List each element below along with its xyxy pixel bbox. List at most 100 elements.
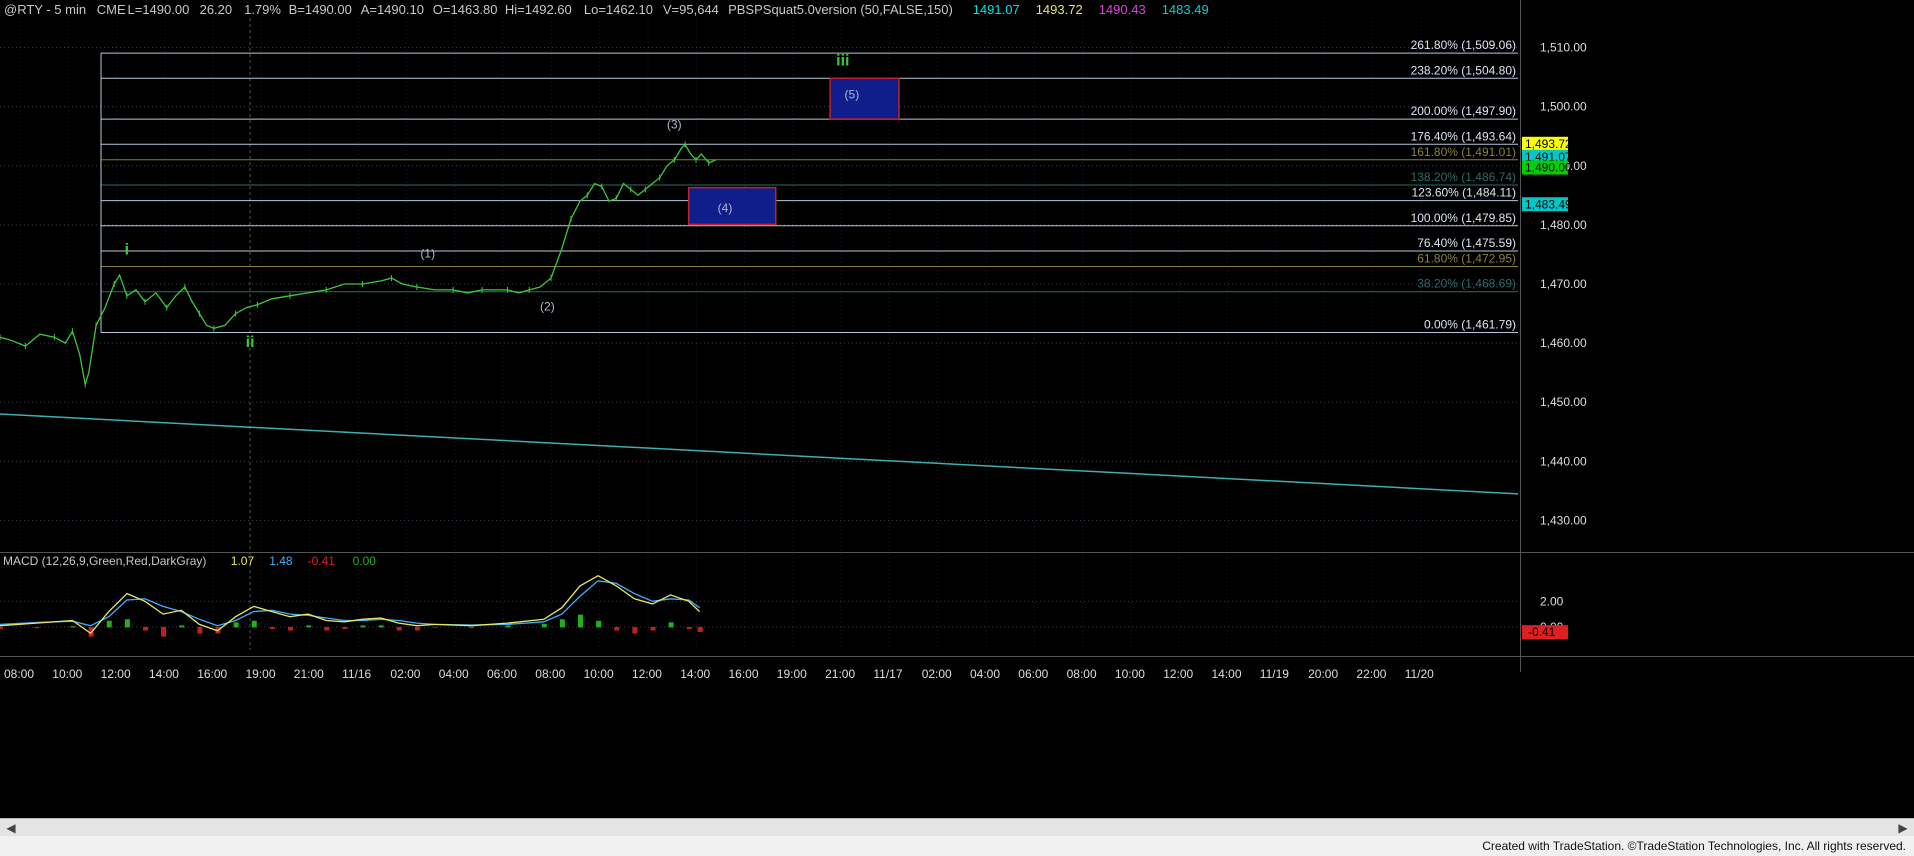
fib-level-label: 161.80% (1,491.01) xyxy=(1411,145,1516,159)
footer: Created with TradeStation. ©TradeStation… xyxy=(0,836,1914,856)
macd-value: 1.07 xyxy=(231,554,255,568)
time-axis-tick-label: 21:00 xyxy=(294,667,324,681)
macd-signal-line xyxy=(0,580,700,627)
macd-histogram-bar xyxy=(578,614,583,628)
time-axis-tick-label: 06:00 xyxy=(1018,667,1048,681)
horizontal-scrollbar[interactable]: ◀ ▶ xyxy=(0,818,1914,837)
header-field: A=1490.10 xyxy=(361,2,424,17)
trendline xyxy=(0,413,1519,495)
fib-level-label: 200.00% (1,497.90) xyxy=(1411,104,1516,118)
macd-title: MACD (12,26,9,Green,Red,DarkGray) xyxy=(3,554,206,568)
macd-histogram-bar xyxy=(288,626,293,631)
macd-histogram-bar xyxy=(469,626,475,629)
time-axis-tick-label: 10:00 xyxy=(52,667,82,681)
time-axis-tick-label: 22:00 xyxy=(1356,667,1386,681)
macd-histogram-bar xyxy=(143,626,148,631)
wave-label: (3) xyxy=(667,118,682,132)
macd-histogram-bar xyxy=(342,626,348,629)
fib-level-label: 0.00% (1,461.79) xyxy=(1424,318,1516,332)
macd-histogram-bar xyxy=(414,626,420,631)
wave-label: ii xyxy=(246,334,255,351)
price-series-line xyxy=(0,143,717,385)
price-axis-tick-label: 1,470.00 xyxy=(1540,277,1587,291)
header-field: L=1490.00 xyxy=(128,2,190,17)
wave-label: iii xyxy=(836,52,849,69)
macd-histogram-bar xyxy=(632,626,638,634)
time-axis-tick-label: 11/17 xyxy=(873,667,902,681)
fib-level-label: 261.80% (1,509.06) xyxy=(1411,38,1516,52)
wave-label: (1) xyxy=(420,246,435,260)
header-field: 1.79% xyxy=(244,2,281,17)
macd-histogram-bar xyxy=(179,625,185,628)
macd-histogram-bar xyxy=(378,625,384,628)
price-axis-tick-label: 1,500.00 xyxy=(1540,100,1587,114)
price-axis-tick-label: 1,460.00 xyxy=(1540,336,1587,350)
header-field: Hi=1492.60 xyxy=(505,2,572,17)
time-axis-tick-label: 11/16 xyxy=(342,667,371,681)
time-axis-tick-label: 19:00 xyxy=(246,667,276,681)
price-axis-tick-label: 1,450.00 xyxy=(1540,395,1587,409)
time-axis-tick-label: 19:00 xyxy=(777,667,807,681)
time-axis-tick-label: 08:00 xyxy=(535,667,565,681)
header-study-value: 1490.43 xyxy=(1099,2,1146,17)
time-axis-tick-label: 16:00 xyxy=(197,667,227,681)
macd-histogram-bar xyxy=(697,626,703,633)
time-axis-tick-label: 11/20 xyxy=(1405,667,1434,681)
macd-histogram-bar xyxy=(541,623,547,628)
panel-divider xyxy=(0,552,1914,553)
header-field: PBSPSquat5.0version (50,FALSE,150) xyxy=(728,2,953,17)
wave-label: (4) xyxy=(718,201,733,215)
macd-histogram-bar xyxy=(614,626,620,631)
price-axis-divider xyxy=(1520,0,1521,672)
price-tag-label: 1,483.49 xyxy=(1525,197,1572,211)
time-axis-tick-label: 12:00 xyxy=(632,667,662,681)
time-axis-tick-label: 20:00 xyxy=(1308,667,1338,681)
chart-canvas[interactable]: @RTY - 5 min CME L=1490.00 26.20 1.79% B=1490… xyxy=(0,0,1914,818)
time-axis-tick-label: 04:00 xyxy=(439,667,469,681)
macd-histogram-bar xyxy=(0,626,3,629)
macd-histogram-bar xyxy=(559,619,565,628)
header-field: Lo=1462.10 xyxy=(584,2,653,17)
price-axis-tick-label: 1,480.00 xyxy=(1540,218,1587,232)
macd-histogram-bar xyxy=(505,625,511,628)
macd-histogram-bar xyxy=(650,626,656,631)
fib-level-label: 76.40% (1,475.59) xyxy=(1417,236,1516,250)
scroll-left-arrow-icon[interactable]: ◀ xyxy=(4,821,18,835)
chart-window: @RTY - 5 min CME L=1490.00 26.20 1.79% B=1490… xyxy=(0,0,1914,856)
wave-target-box xyxy=(829,77,900,120)
fib-level-label: 138.20% (1,486.74) xyxy=(1411,170,1516,184)
footer-credit: Created with TradeStation. ©TradeStation… xyxy=(1482,839,1906,853)
time-axis-tick-label: 06:00 xyxy=(487,667,517,681)
price-axis-tick-label: 1,430.00 xyxy=(1540,513,1587,527)
macd-histogram-bar xyxy=(233,622,239,628)
fib-level-label: 38.20% (1,468.69) xyxy=(1417,277,1516,291)
macd-histogram-bar xyxy=(251,620,257,628)
price-tag-label: 1,490.00 xyxy=(1525,161,1572,175)
header-study-value: 1491.07 xyxy=(973,2,1020,17)
time-axis-tick-label: 14:00 xyxy=(1212,667,1242,681)
macd-histogram-bar xyxy=(686,626,692,629)
macd-axis-tick-label: 2.00 xyxy=(1540,594,1564,608)
time-axis-tick-label: 10:00 xyxy=(1115,667,1145,681)
fib-level-label: 61.80% (1,472.95) xyxy=(1417,252,1516,266)
scroll-right-arrow-icon[interactable]: ▶ xyxy=(1896,821,1910,835)
time-axis-tick-label: 14:00 xyxy=(680,667,710,681)
macd-value: 0.00 xyxy=(353,554,377,568)
fib-level-label: 123.60% (1,484.11) xyxy=(1411,186,1516,200)
header-study-value: 1493.72 xyxy=(1036,2,1083,17)
fib-level-label: 176.40% (1,493.64) xyxy=(1411,129,1516,143)
macd-histogram-bar xyxy=(396,626,402,631)
macd-histogram-bar xyxy=(306,625,312,628)
time-axis-tick-label: 14:00 xyxy=(149,667,179,681)
time-axis-tick-label: 02:00 xyxy=(922,667,952,681)
macd-histogram-bar xyxy=(668,622,674,628)
header-field: 26.20 xyxy=(200,2,233,17)
macd-histogram-bar xyxy=(433,626,438,628)
macd-value: -0.41 xyxy=(308,554,336,568)
wave-label: (2) xyxy=(540,300,555,314)
time-axis-tick-label: 12:00 xyxy=(101,667,131,681)
time-axis-tick-label: 02:00 xyxy=(390,667,420,681)
time-axis-tick-label: 04:00 xyxy=(970,667,1000,681)
time-axis-tick-label: 08:00 xyxy=(1067,667,1097,681)
macd-tag-label: -0.41 xyxy=(1528,625,1556,639)
